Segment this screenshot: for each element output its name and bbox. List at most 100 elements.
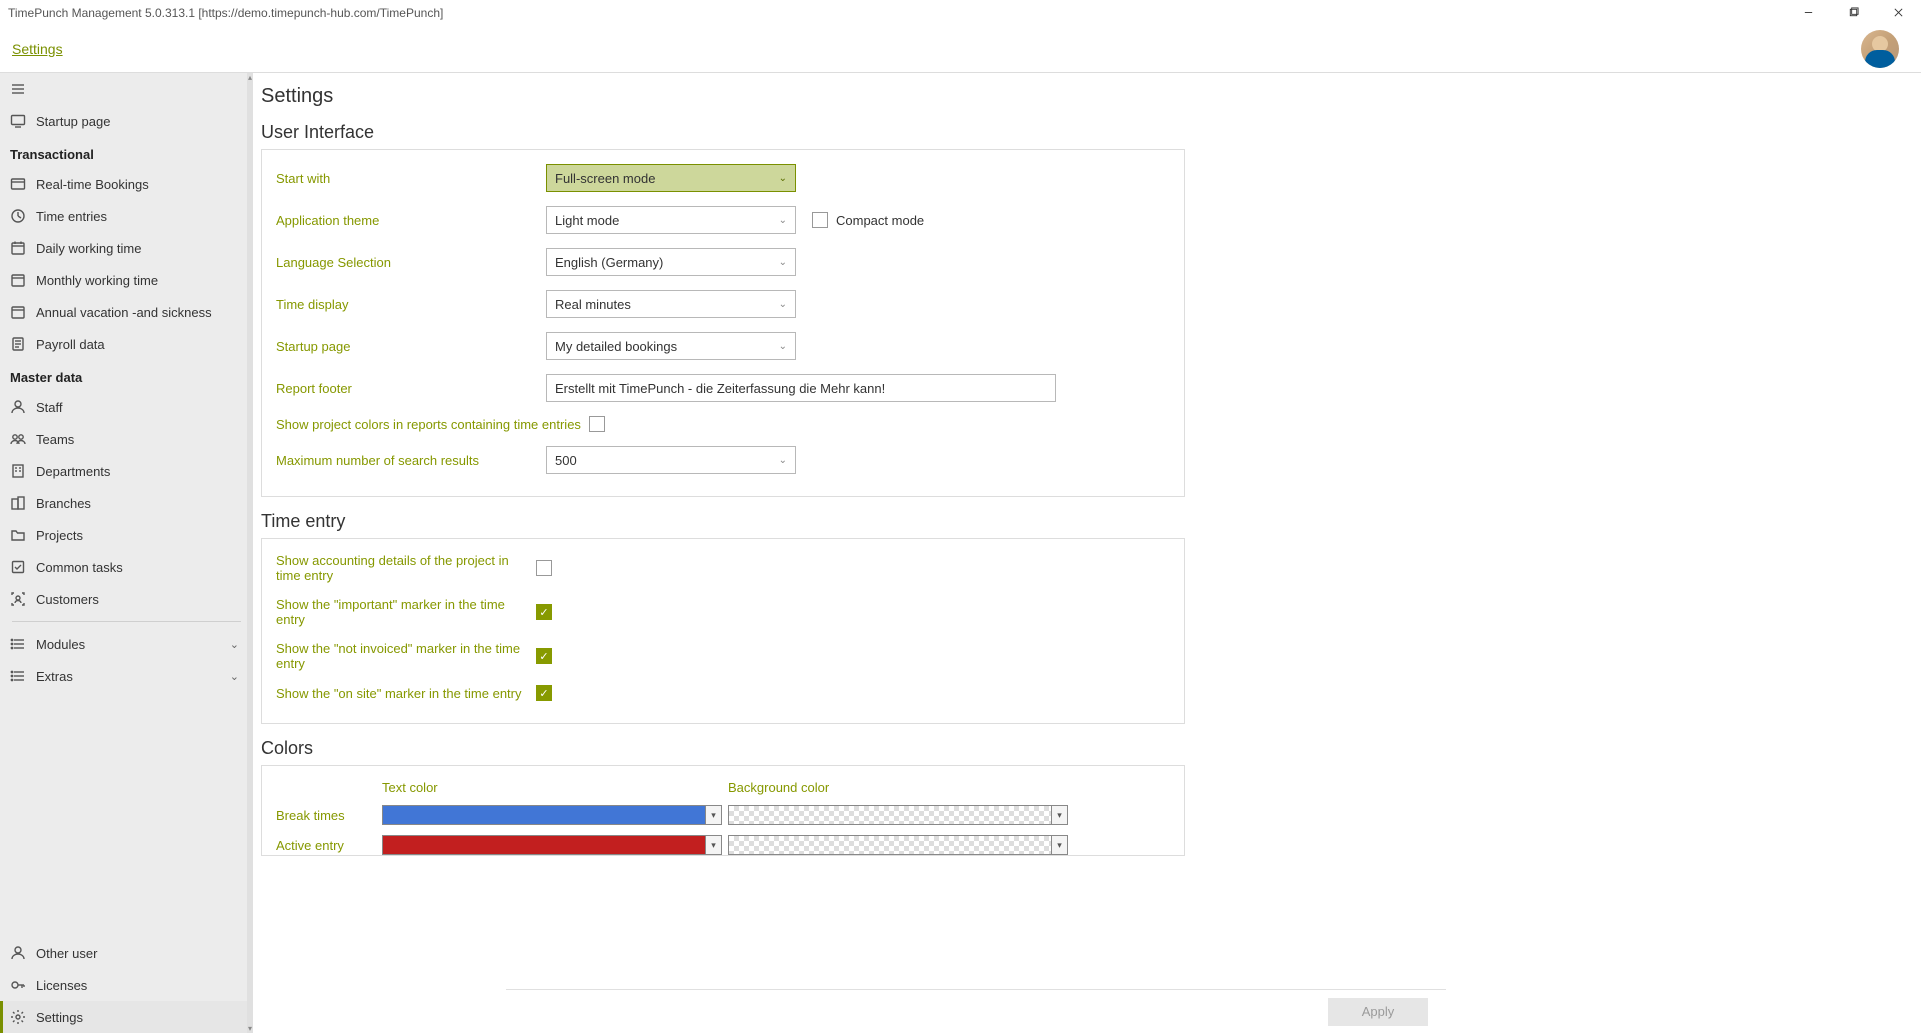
chevron-down-icon: ⌄ [779, 215, 787, 226]
checkbox-show-accounting[interactable] [536, 560, 552, 576]
select-max-search[interactable]: 500 ⌄ [546, 446, 796, 474]
sidebar-item-teams[interactable]: Teams [0, 423, 253, 455]
colorpicker-active-entry-bg[interactable]: ▾ [728, 835, 1068, 855]
checkbox-show-on-site[interactable]: ✓ [536, 685, 552, 701]
select-startup-page[interactable]: My detailed bookings ⌄ [546, 332, 796, 360]
sidebar-item-label: Departments [36, 464, 110, 479]
checkbox-compact-mode[interactable] [812, 212, 828, 228]
label-compact-mode: Compact mode [836, 213, 924, 228]
bottombar: Apply [506, 989, 1446, 1033]
gear-icon [10, 1009, 26, 1025]
key-icon [10, 977, 26, 993]
input-report-footer[interactable]: Erstellt mit TimePunch - die Zeiterfassu… [546, 374, 1056, 402]
calendar-icon [10, 304, 26, 320]
sidebar-item-label: Modules [36, 637, 85, 652]
label-max-search: Maximum number of search results [276, 453, 546, 468]
section-time-entry: Show accounting details of the project i… [261, 538, 1185, 724]
select-app-theme[interactable]: Light mode ⌄ [546, 206, 796, 234]
sidebar-item-annual[interactable]: Annual vacation -and sickness [0, 296, 253, 328]
label-show-important: Show the "important" marker in the time … [276, 597, 536, 627]
monitor-icon [10, 113, 26, 129]
color-swatch [383, 806, 705, 824]
sidebar-item-customers[interactable]: Customers [0, 583, 253, 615]
sidebar-item-payroll[interactable]: Payroll data [0, 328, 253, 360]
minimize-button[interactable] [1786, 0, 1831, 25]
sidebar-item-monthly[interactable]: Monthly working time [0, 264, 253, 296]
label-startup-page: Startup page [276, 339, 546, 354]
sidebar-toggle[interactable] [0, 73, 253, 105]
select-start-with[interactable]: Full-screen mode ⌄ [546, 164, 796, 192]
maximize-button[interactable] [1831, 0, 1876, 25]
chevron-down-icon: ⌄ [779, 173, 787, 184]
content: Settings User Interface Start with Full-… [253, 73, 1921, 1033]
section-title-colors: Colors [261, 738, 1185, 759]
sidebar-item-label: Payroll data [36, 337, 105, 352]
task-icon [10, 559, 26, 575]
sidebar-item-label: Time entries [36, 209, 107, 224]
apply-button[interactable]: Apply [1328, 998, 1428, 1026]
select-time-display[interactable]: Real minutes ⌄ [546, 290, 796, 318]
calendar-icon [10, 272, 26, 288]
sidebar-item-departments[interactable]: Departments [0, 455, 253, 487]
header-text-color: Text color [382, 780, 722, 795]
label-show-on-site: Show the "on site" marker in the time en… [276, 686, 536, 701]
folder-icon [10, 527, 26, 543]
page-title: Settings [253, 73, 1921, 116]
header-bg-color: Background color [728, 780, 1068, 795]
input-value: Erstellt mit TimePunch - die Zeiterfassu… [555, 381, 885, 396]
checkbox-show-not-invoiced[interactable]: ✓ [536, 648, 552, 664]
color-swatch-transparent [729, 806, 1051, 824]
chevron-down-icon: ⌄ [230, 670, 239, 683]
sidebar-item-time-entries[interactable]: Time entries [0, 200, 253, 232]
checkbox-show-important[interactable]: ✓ [536, 604, 552, 620]
sidebar-item-label: Daily working time [36, 241, 141, 256]
hamburger-icon [10, 81, 26, 97]
select-value: 500 [555, 453, 577, 468]
sidebar-item-licenses[interactable]: Licenses [0, 969, 253, 1001]
sidebar-item-label: Monthly working time [36, 273, 158, 288]
sidebar: Startup page Transactional Real-time Boo… [0, 73, 253, 1033]
people-icon [10, 431, 26, 447]
avatar[interactable] [1861, 30, 1899, 68]
sidebar-item-modules[interactable]: Modules ⌄ [0, 628, 253, 660]
calendar-icon [10, 240, 26, 256]
person-icon [10, 945, 26, 961]
label-language: Language Selection [276, 255, 546, 270]
label-show-accounting: Show accounting details of the project i… [276, 553, 536, 583]
sidebar-item-extras[interactable]: Extras ⌄ [0, 660, 253, 692]
section-title-time-entry: Time entry [261, 511, 1185, 532]
building-icon [10, 495, 26, 511]
sidebar-heading-masterdata: Master data [0, 360, 253, 391]
section-colors: Text color Background color Break times … [261, 765, 1185, 856]
sidebar-item-common-tasks[interactable]: Common tasks [0, 551, 253, 583]
sidebar-item-label: Settings [36, 1010, 83, 1025]
label-show-not-invoiced: Show the "not invoiced" marker in the ti… [276, 641, 536, 671]
sidebar-item-label: Licenses [36, 978, 87, 993]
sidebar-item-daily[interactable]: Daily working time [0, 232, 253, 264]
content-body[interactable]: User Interface Start with Full-screen mo… [253, 116, 1193, 1033]
sidebar-item-startup-page[interactable]: Startup page [0, 105, 253, 137]
breadcrumb[interactable]: Settings [12, 41, 63, 57]
sidebar-item-settings[interactable]: Settings [0, 1001, 253, 1033]
colorpicker-active-entry-text[interactable]: ▾ [382, 835, 722, 855]
sidebar-item-label: Staff [36, 400, 63, 415]
checkbox-show-project-colors[interactable] [589, 416, 605, 432]
sidebar-item-projects[interactable]: Projects [0, 519, 253, 551]
colorpicker-break-times-bg[interactable]: ▾ [728, 805, 1068, 825]
sidebar-item-label: Branches [36, 496, 91, 511]
sidebar-item-staff[interactable]: Staff [0, 391, 253, 423]
clock-icon [10, 208, 26, 224]
section-ui: Start with Full-screen mode ⌄ Applicatio… [261, 149, 1185, 497]
color-swatch-transparent [729, 836, 1051, 854]
label-break-times: Break times [276, 808, 376, 823]
chevron-down-icon: ⌄ [230, 638, 239, 651]
label-start-with: Start with [276, 171, 546, 186]
sidebar-item-other-user[interactable]: Other user [0, 937, 253, 969]
close-button[interactable] [1876, 0, 1921, 25]
sidebar-item-realtime-bookings[interactable]: Real-time Bookings [0, 168, 253, 200]
select-language[interactable]: English (Germany) ⌄ [546, 248, 796, 276]
person-icon [10, 399, 26, 415]
colorpicker-break-times-text[interactable]: ▾ [382, 805, 722, 825]
sidebar-item-branches[interactable]: Branches [0, 487, 253, 519]
select-value: Full-screen mode [555, 171, 655, 186]
